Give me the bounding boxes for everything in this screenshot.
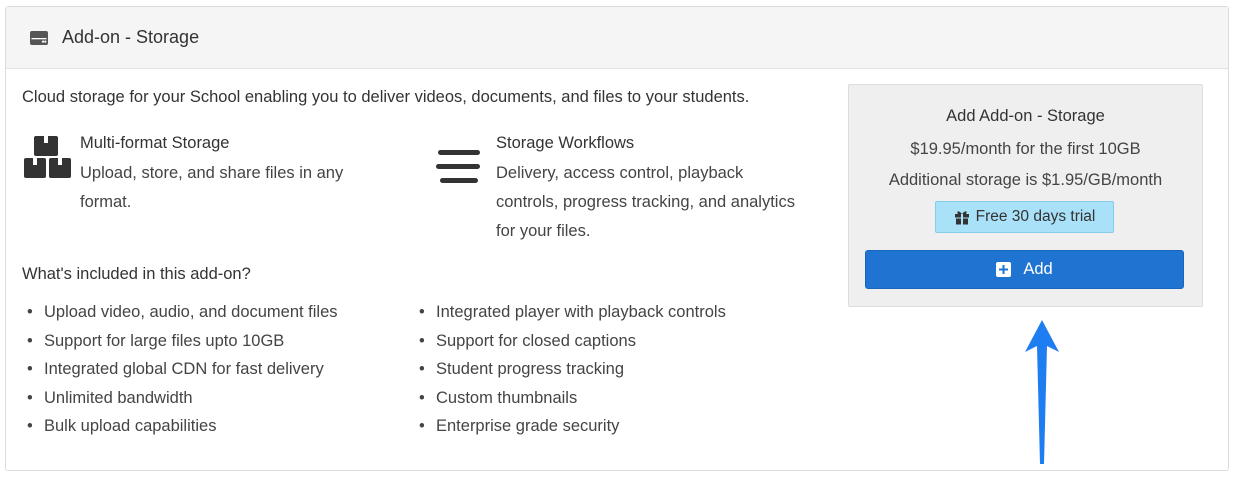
feature-desc-line: format. bbox=[80, 193, 132, 211]
feature-title: Storage Workflows bbox=[496, 134, 635, 152]
feature-title: Multi-format Storage bbox=[80, 134, 230, 152]
hdd-icon bbox=[30, 30, 48, 46]
gift-icon bbox=[954, 209, 970, 225]
add-addon-button[interactable]: Add bbox=[865, 250, 1184, 289]
feature-desc: Delivery, access control, playback contr… bbox=[496, 159, 795, 246]
panel-header: Add-on - Storage bbox=[6, 7, 1228, 69]
included-title: What's included in this add-on? bbox=[22, 265, 251, 283]
panel-title: Add-on - Storage bbox=[62, 27, 200, 47]
feature-desc-line: controls, progress tracking, and analyti… bbox=[496, 193, 795, 211]
feature-desc-line: for your files. bbox=[496, 222, 591, 240]
list-item: Support for large files upto 10GB bbox=[22, 327, 338, 356]
feature-desc-line: Upload, store, and share files in any bbox=[80, 164, 344, 182]
list-item: Student progress tracking bbox=[414, 355, 726, 384]
list-item: Integrated player with playback controls bbox=[414, 298, 726, 327]
included-list-left: Upload video, audio, and document files … bbox=[22, 298, 338, 441]
feature-multi-format: Multi-format Storage Upload, store, and … bbox=[22, 134, 382, 217]
add-button-label: Add bbox=[1023, 260, 1053, 278]
list-item: Support for closed captions bbox=[414, 327, 726, 356]
included-list-right: Integrated player with playback controls… bbox=[414, 298, 726, 441]
list-item: Custom thumbnails bbox=[414, 384, 726, 413]
free-trial-badge: Free 30 days trial bbox=[935, 201, 1114, 233]
pricing-additional: Additional storage is $1.95/GB/month bbox=[888, 171, 1163, 189]
feature-desc-line: Delivery, access control, playback bbox=[496, 164, 744, 182]
free-trial-label: Free 30 days trial bbox=[975, 208, 1096, 225]
boxes-icon bbox=[22, 134, 80, 217]
list-item: Upload video, audio, and document files bbox=[22, 298, 338, 327]
bars-icon bbox=[428, 134, 496, 246]
pricing-title: Add Add-on - Storage bbox=[946, 107, 1105, 125]
list-item: Bulk upload capabilities bbox=[22, 412, 338, 441]
list-item: Unlimited bandwidth bbox=[22, 384, 338, 413]
intro-text: Cloud storage for your School enabling y… bbox=[22, 88, 750, 106]
pricing-base: $19.95/month for the first 10GB bbox=[910, 140, 1141, 158]
arrow-up-icon bbox=[1022, 318, 1062, 473]
list-item: Integrated global CDN for fast delivery bbox=[22, 355, 338, 384]
feature-desc: Upload, store, and share files in any fo… bbox=[80, 159, 343, 217]
feature-workflows: Storage Workflows Delivery, access contr… bbox=[428, 134, 828, 246]
plus-square-icon bbox=[996, 262, 1012, 277]
pricing-box: Add Add-on - Storage $19.95/month for th… bbox=[848, 84, 1203, 307]
list-item: Enterprise grade security bbox=[414, 412, 726, 441]
